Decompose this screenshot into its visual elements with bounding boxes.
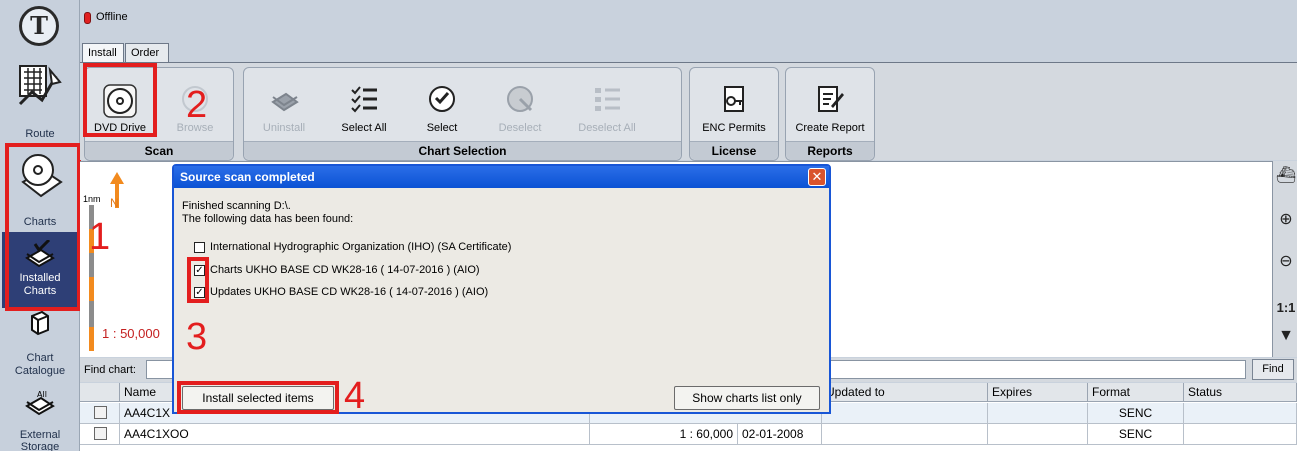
row-status xyxy=(1184,424,1297,445)
deselect-button[interactable]: Deselect xyxy=(488,80,552,140)
annotation-number-1: 1 xyxy=(89,216,111,258)
dialog-line-2: The following data has been found: xyxy=(182,213,354,225)
sidebar-item-external-storage[interactable]: All External Storage xyxy=(2,384,78,451)
show-charts-list-button[interactable]: Show charts list only xyxy=(674,386,820,410)
ribbon-group-title: License xyxy=(690,141,778,160)
zoom-1-1-button[interactable]: 1:1 xyxy=(1275,295,1297,321)
column-header-expires[interactable]: Expires xyxy=(988,383,1088,402)
find-button[interactable]: Find xyxy=(1252,359,1294,380)
row-expires xyxy=(988,424,1088,445)
map-scale-text: 1 : 50,000 xyxy=(102,326,160,341)
sidebar-item-label: External Storage xyxy=(19,429,61,451)
tab-order[interactable]: Order xyxy=(125,43,169,63)
scale-bar-label: 1nm xyxy=(83,194,101,204)
column-header-status[interactable]: Status xyxy=(1184,383,1297,402)
dialog-line-1: Finished scanning D:\. xyxy=(182,200,291,212)
external-storage-icon: All xyxy=(25,390,55,416)
connection-status: Offline xyxy=(96,11,128,23)
row-expires xyxy=(988,403,1088,424)
column-header-format[interactable]: Format xyxy=(1088,383,1184,402)
row-checkbox[interactable] xyxy=(94,427,107,440)
checkbox-unchecked[interactable] xyxy=(194,242,205,253)
catalogue-icon xyxy=(31,310,49,336)
close-icon[interactable]: ✕ xyxy=(808,168,826,186)
annotation-number-2: 2 xyxy=(186,84,208,126)
uninstall-icon xyxy=(271,92,299,112)
route-icon xyxy=(18,65,62,106)
row-updated-to xyxy=(822,424,988,445)
top-bar: Offline xyxy=(80,0,1297,40)
ribbon-group-reports: Create Report Reports xyxy=(785,67,875,161)
sidebar-item-label: Chart Catalogue xyxy=(14,352,66,377)
column-header-updated-to[interactable]: Updated to xyxy=(822,383,988,402)
ship-icon[interactable]: ⛴ xyxy=(1275,165,1297,191)
annotation-highlight-1 xyxy=(5,143,81,311)
ribbon-group-license: ENC Permits License xyxy=(689,67,779,161)
create-report-button[interactable]: Create Report xyxy=(790,80,870,140)
source-scan-dialog: Source scan completed ✕ Finished scannin… xyxy=(172,164,831,414)
select-button[interactable]: Select xyxy=(410,80,474,140)
zoom-out-icon[interactable]: ⊖ xyxy=(1275,251,1297,277)
svg-text:All: All xyxy=(37,390,47,399)
annotation-number-3: 3 xyxy=(186,316,208,358)
row-name: AA4C1XOO xyxy=(120,424,590,445)
map-tools-panel: ⛴ ⊕ ⊖ 1:1 ▼ xyxy=(1272,161,1297,357)
select-icon xyxy=(429,86,455,112)
north-label: N xyxy=(110,196,119,210)
ribbon-toolbar: DVD Drive Browse Scan Uninstall Select A… xyxy=(80,62,1297,161)
row-date: 02-01-2008 xyxy=(738,424,822,445)
deselect-all-button[interactable]: Deselect All xyxy=(570,80,644,140)
report-icon xyxy=(818,86,844,112)
tab-install[interactable]: Install xyxy=(82,43,124,63)
status-indicator-icon xyxy=(84,12,91,24)
deselect-icon xyxy=(507,86,533,112)
sidebar-item-chart-catalogue[interactable]: Chart Catalogue xyxy=(2,310,78,382)
ribbon-group-title: Reports xyxy=(786,141,874,160)
table-row[interactable]: AA4C1XOO 1 : 60,000 02-01-2008 SENC xyxy=(80,424,1297,445)
ribbon-group-title: Scan xyxy=(85,141,233,160)
key-icon xyxy=(724,86,744,112)
select-all-icon xyxy=(351,86,377,113)
annotation-highlight-3 xyxy=(187,257,209,303)
deselect-all-icon xyxy=(595,88,620,111)
dialog-title: Source scan completed xyxy=(174,166,829,188)
ribbon-group-chart-selection: Uninstall Select All Select Deselect Des… xyxy=(243,67,682,161)
uninstall-button[interactable]: Uninstall xyxy=(252,80,316,140)
row-checkbox[interactable] xyxy=(94,406,107,419)
annotation-highlight-4 xyxy=(177,381,339,414)
sidebar-item-route[interactable]: Route xyxy=(2,62,78,142)
sidebar-item-label: Route xyxy=(25,128,55,140)
left-sidebar: T Route Charts Installed Charts Chart Ca… xyxy=(0,0,81,451)
annotation-number-4: 4 xyxy=(344,375,366,417)
ribbon-group-title: Chart Selection xyxy=(244,141,681,160)
row-format: SENC xyxy=(1088,424,1184,445)
find-chart-label: Find chart: xyxy=(84,364,136,376)
row-format: SENC xyxy=(1088,403,1184,424)
column-header-select xyxy=(80,383,120,402)
enc-permits-button[interactable]: ENC Permits xyxy=(696,80,772,140)
annotation-highlight-2 xyxy=(83,63,157,137)
down-arrow-icon[interactable]: ▼ xyxy=(1275,327,1297,353)
row-status xyxy=(1184,403,1297,424)
app-logo: T xyxy=(19,6,59,46)
select-all-button[interactable]: Select All xyxy=(332,80,396,140)
row-scale: 1 : 60,000 xyxy=(590,424,738,445)
zoom-in-icon[interactable]: ⊕ xyxy=(1275,209,1297,235)
row-updated-to xyxy=(822,403,988,424)
